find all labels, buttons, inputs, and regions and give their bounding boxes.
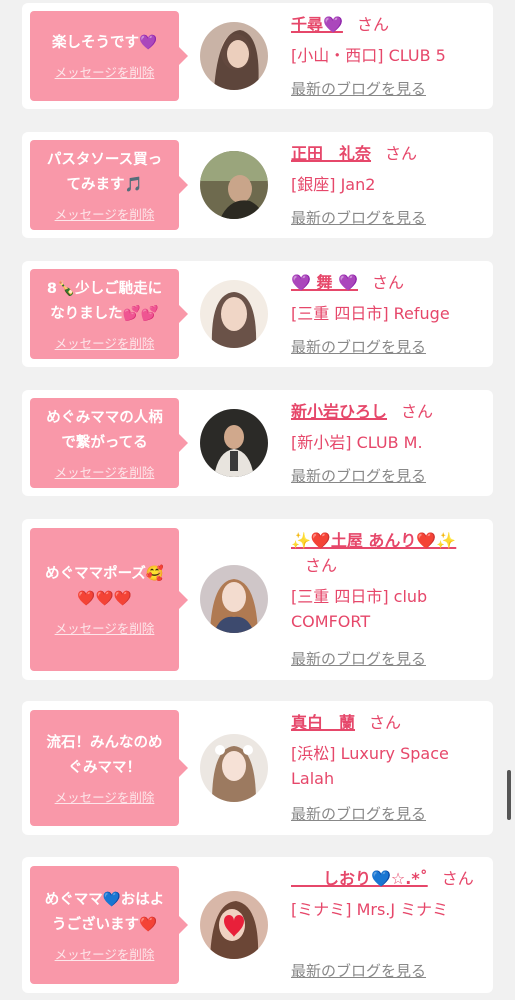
profile-photo-icon: [200, 891, 268, 959]
shop-label: [浜松] Luxury Space Lalah: [291, 744, 449, 788]
shop-label: [新小岩] CLUB M.: [291, 433, 423, 452]
message-card: めぐみママの人柄で繋がってる メッセージを削除 新小岩ひろし さん [新小岩] C…: [22, 390, 493, 496]
shop-label: [銀座] Jan2: [291, 175, 376, 194]
message-card: パスタソース買ってみます🎵 メッセージを削除 正田 礼奈 さん [銀座] Jan2…: [22, 132, 493, 238]
shop-label: [小山・西口] CLUB 5: [291, 46, 446, 65]
user-name-link[interactable]: ✨❤️土屋 あんり❤️✨: [291, 531, 456, 550]
delete-message-link[interactable]: メッセージを削除: [55, 204, 155, 223]
avatar[interactable]: [200, 891, 268, 959]
message-list: 楽しそうです💜 メッセージを削除 千尋💜 さん [小山・西口] CLUB 5 最新…: [0, 0, 515, 1000]
latest-blog-link[interactable]: 最新のブログを見る: [291, 78, 426, 99]
message-card: 流石！みんなのめぐみママ！ メッセージを削除 真白 蘭さん [浜松] Luxur…: [22, 701, 493, 835]
avatar[interactable]: [200, 409, 268, 477]
profile-photo-icon: [200, 22, 268, 90]
shop-label: [ミナミ] Mrs.J ミナミ: [291, 900, 449, 919]
honorific: さん: [441, 869, 474, 888]
avatar[interactable]: [200, 151, 268, 219]
honorific: さん: [369, 713, 402, 732]
message-text: 楽しそうです💜: [51, 35, 158, 51]
latest-blog-link[interactable]: 最新のブログを見る: [291, 960, 426, 981]
delete-message-link[interactable]: メッセージを削除: [55, 944, 155, 963]
message-card: めぐママポーズ🥰 ❤️❤️❤️ メッセージを削除 ✨❤️土屋 あんり❤️✨さん …: [22, 519, 493, 680]
message-bubble: めぐみママの人柄で繋がってる メッセージを削除: [30, 398, 188, 488]
message-text: パスタソース買ってみます🎵: [46, 151, 163, 193]
profile-photo-icon: [200, 280, 268, 348]
avatar[interactable]: [200, 565, 268, 633]
message-text: めぐママポーズ🥰 ❤️❤️❤️: [45, 566, 164, 607]
delete-message-link[interactable]: メッセージを削除: [55, 333, 155, 352]
honorific: さん: [401, 402, 434, 421]
message-text: 流石！みんなのめぐみママ！: [46, 734, 163, 776]
user-name-link[interactable]: 正田 礼奈: [291, 144, 371, 163]
latest-blog-link[interactable]: 最新のブログを見る: [291, 648, 426, 669]
user-name-link[interactable]: 真白 蘭: [291, 713, 355, 732]
delete-message-link[interactable]: メッセージを削除: [55, 62, 155, 81]
message-bubble: 流石！みんなのめぐみママ！ メッセージを削除: [30, 710, 188, 826]
avatar[interactable]: [200, 280, 268, 348]
message-bubble: めぐママポーズ🥰 ❤️❤️❤️ メッセージを削除: [30, 528, 188, 671]
avatar[interactable]: [200, 734, 268, 802]
profile-photo-icon: [200, 734, 268, 802]
latest-blog-link[interactable]: 最新のブログを見る: [291, 803, 426, 824]
message-text: めぐみママの人柄で繋がってる: [46, 409, 163, 451]
latest-blog-link[interactable]: 最新のブログを見る: [291, 336, 426, 357]
message-card: 楽しそうです💜 メッセージを削除 千尋💜 さん [小山・西口] CLUB 5 最新…: [22, 3, 493, 109]
user-name-link[interactable]: 新小岩ひろし: [291, 402, 387, 421]
shop-label: [三重 四日市] club COMFORT: [291, 587, 428, 631]
avatar[interactable]: [200, 22, 268, 90]
honorific: さん: [372, 273, 405, 292]
honorific: さん: [356, 15, 389, 34]
message-text: 8🍾少しご馳走になりました💕💕: [46, 280, 163, 322]
shop-label: [三重 四日市] Refuge: [291, 304, 450, 323]
message-text: めぐママ💙おはようございます❤️: [44, 891, 165, 933]
message-card: めぐママ💙おはようございます❤️ メッセージを削除 しおり💙☆.*˚ さん [ミナ…: [22, 857, 493, 993]
profile-photo-icon: [200, 565, 268, 633]
message-bubble: 8🍾少しご馳走になりました💕💕 メッセージを削除: [30, 269, 188, 359]
delete-message-link[interactable]: メッセージを削除: [55, 462, 155, 481]
user-name-link[interactable]: 💜 舞 💜: [291, 273, 358, 292]
user-name-link[interactable]: しおり💙☆.*˚: [291, 869, 428, 888]
user-name-link[interactable]: 千尋💜: [291, 15, 343, 34]
latest-blog-link[interactable]: 最新のブログを見る: [291, 465, 426, 486]
message-bubble: 楽しそうです💜 メッセージを削除: [30, 11, 188, 101]
message-card: 8🍾少しご馳走になりました💕💕 メッセージを削除 💜 舞 💜 さん [三重 四日市…: [22, 261, 493, 367]
message-bubble: パスタソース買ってみます🎵 メッセージを削除: [30, 140, 188, 230]
delete-message-link[interactable]: メッセージを削除: [55, 787, 155, 806]
profile-photo-icon: [200, 151, 268, 219]
honorific: さん: [305, 556, 338, 575]
message-bubble: めぐママ💙おはようございます❤️ メッセージを削除: [30, 866, 188, 984]
delete-message-link[interactable]: メッセージを削除: [55, 618, 155, 637]
profile-photo-icon: [200, 409, 268, 477]
honorific: さん: [385, 144, 418, 163]
scrollbar[interactable]: [507, 770, 511, 820]
latest-blog-link[interactable]: 最新のブログを見る: [291, 207, 426, 228]
